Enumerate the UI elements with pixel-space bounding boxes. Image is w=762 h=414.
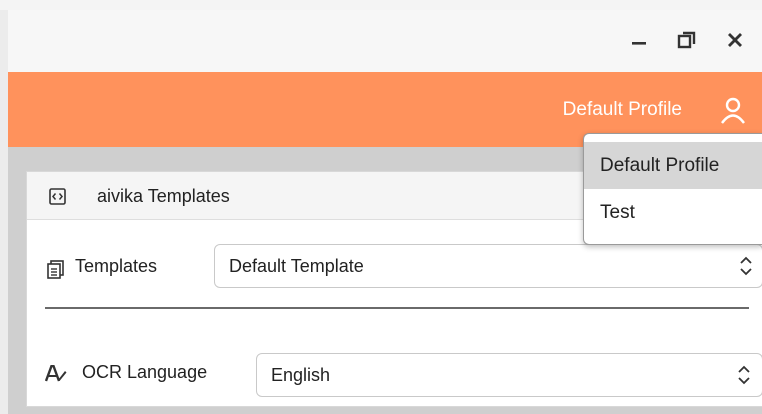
ocr-language-icon [45,365,67,382]
card-title: aivika Templates [97,186,230,206]
ocr-language-select-value: English [271,365,331,385]
close-button[interactable] [722,28,748,52]
profile-dropdown: Default Profile Test [583,133,762,245]
close-icon [728,33,742,47]
user-icon[interactable] [720,96,746,124]
templates-select-value: Default Template [229,256,364,276]
chevron-updown-icon [740,256,752,276]
chevron-updown-icon [738,365,750,385]
ocr-language-label: OCR Language [82,362,208,382]
section-divider [45,307,749,309]
template-code-icon [49,188,66,205]
outer-background [0,0,762,10]
ocr-language-select[interactable]: English [256,353,762,397]
templates-select[interactable]: Default Template [214,244,762,288]
minimize-button[interactable] [626,28,652,52]
restore-button[interactable] [674,28,700,52]
minimize-icon [632,42,646,45]
templates-label: Templates [75,256,158,276]
title-bar [8,10,762,72]
profile-option-default[interactable]: Default Profile [584,142,762,189]
profile-option-test[interactable]: Test [584,189,762,236]
templates-icon [47,260,64,279]
restore-icon [677,31,696,49]
